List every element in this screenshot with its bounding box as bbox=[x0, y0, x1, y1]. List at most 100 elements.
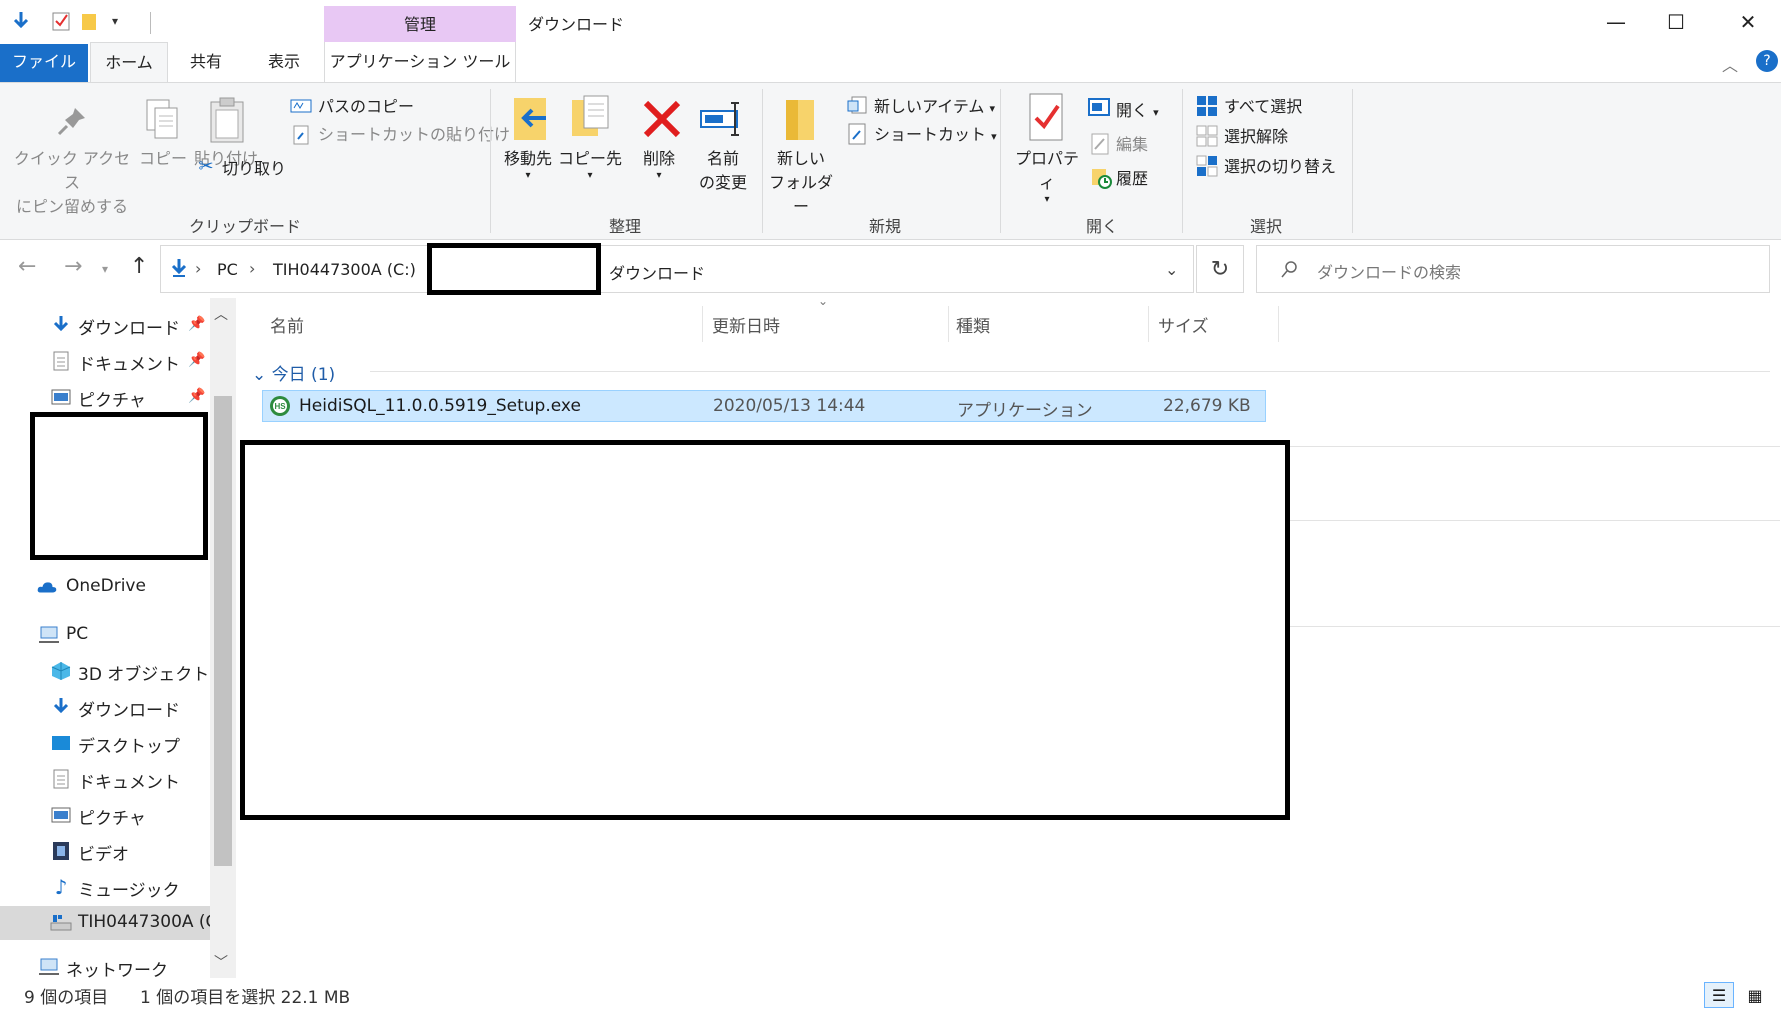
nav-item-pc[interactable]: PC bbox=[0, 618, 210, 652]
tab-home[interactable]: ホーム bbox=[90, 42, 168, 82]
group-label-clipboard: クリップボード bbox=[188, 217, 301, 236]
table-row[interactable]: HS HeidiSQL_11.0.0.5919_Setup.exe 2020/0… bbox=[262, 390, 1266, 422]
large-icons-view-icon[interactable]: ▦ bbox=[1740, 982, 1770, 1008]
new-folder-button[interactable]: 新しい フォルダー bbox=[766, 147, 836, 219]
breadcrumb-pc[interactable]: PC bbox=[217, 260, 238, 279]
copy-path-button[interactable]: パスのコピー bbox=[318, 93, 414, 117]
paste-shortcut-button[interactable]: ショートカットの貼り付け bbox=[318, 121, 510, 145]
new-folder-icon[interactable] bbox=[78, 10, 100, 32]
pin-icon[interactable]: 📌 bbox=[188, 352, 205, 368]
tab-application-tools[interactable]: アプリケーション ツール bbox=[324, 42, 516, 82]
nav-item-documents[interactable]: ドキュメント bbox=[0, 762, 210, 796]
column-header-modified[interactable]: 更新日時 bbox=[712, 312, 780, 337]
drive-icon bbox=[50, 912, 72, 934]
divider[interactable] bbox=[1278, 306, 1279, 342]
invert-selection-button[interactable]: 選択の切り替え bbox=[1224, 153, 1336, 177]
up-arrow-icon[interactable]: ↑ bbox=[130, 254, 148, 279]
history-button[interactable]: 履歴 bbox=[1116, 165, 1148, 189]
copy-icon bbox=[143, 97, 183, 143]
navigation-scrollbar[interactable]: ︿ ﹀ bbox=[210, 298, 236, 978]
properties-icon bbox=[1024, 91, 1068, 145]
pin-quick-access-button[interactable]: クイック アクセス にピン留めする bbox=[8, 147, 136, 219]
move-to-button[interactable]: 移動先 ▾ bbox=[498, 147, 558, 181]
download-arrow-icon[interactable] bbox=[10, 10, 32, 32]
pin-icon[interactable]: 📌 bbox=[188, 388, 205, 404]
close-button[interactable]: ✕ bbox=[1728, 8, 1768, 36]
pin-icon[interactable]: 📌 bbox=[188, 316, 205, 332]
file-size: 22,679 KB bbox=[1163, 396, 1251, 416]
ribbon-tabs: ファイル ホーム 共有 表示 アプリケーション ツール ︿ ? bbox=[0, 42, 1781, 82]
copy-path-icon bbox=[290, 97, 312, 115]
nav-item-pictures-quick[interactable]: ピクチャ 📌 bbox=[0, 380, 210, 414]
nav-item-drive-c[interactable]: TIH0447300A (C bbox=[0, 906, 217, 940]
tab-view[interactable]: 表示 bbox=[254, 42, 314, 82]
divider bbox=[1280, 626, 1780, 627]
delete-button[interactable]: 削除 ▾ bbox=[634, 147, 684, 181]
properties-check-icon[interactable] bbox=[50, 10, 72, 32]
title-bar: ▾ 管理 ダウンロード — ☐ ✕ bbox=[0, 0, 1781, 42]
column-header-size[interactable]: サイズ bbox=[1158, 312, 1209, 337]
nav-label: ピクチャ bbox=[78, 809, 146, 829]
nav-item-downloads[interactable]: ダウンロード bbox=[0, 690, 210, 724]
new-item-icon bbox=[846, 95, 868, 117]
maximize-button[interactable]: ☐ bbox=[1656, 8, 1696, 36]
collapse-ribbon-icon[interactable]: ︿ bbox=[1722, 52, 1738, 76]
copy-button[interactable]: コピー bbox=[138, 147, 188, 171]
search-box[interactable]: ダウンロードの検索 bbox=[1256, 245, 1770, 293]
scroll-down-icon[interactable]: ﹀ bbox=[214, 952, 228, 972]
nav-item-music[interactable]: ♪ ミュージック bbox=[0, 870, 210, 904]
ribbon: クイック アクセス にピン留めする コピー 貼り付け パスのコピー ショートカット… bbox=[0, 82, 1781, 240]
minimize-button[interactable]: — bbox=[1596, 8, 1636, 36]
tab-manage[interactable]: 管理 bbox=[324, 6, 516, 42]
tab-file[interactable]: ファイル bbox=[0, 44, 88, 82]
forward-arrow-icon[interactable]: → bbox=[64, 254, 82, 279]
group-label-select: 選択 bbox=[1249, 217, 1282, 236]
select-none-button[interactable]: 選択解除 bbox=[1224, 123, 1288, 147]
open-button[interactable]: 開く ▾ bbox=[1116, 97, 1159, 121]
help-icon[interactable]: ? bbox=[1756, 50, 1778, 72]
column-header-name[interactable]: 名前 bbox=[270, 312, 304, 337]
divider[interactable] bbox=[1148, 306, 1149, 342]
nav-item-pictures[interactable]: ピクチャ bbox=[0, 798, 210, 832]
nav-item-downloads-quick[interactable]: ダウンロード 📌 bbox=[0, 308, 210, 342]
scrollbar-thumb[interactable] bbox=[214, 396, 232, 866]
group-label-organize: 整理 bbox=[608, 217, 641, 236]
cloud-icon bbox=[36, 576, 58, 598]
copy-to-button[interactable]: コピー先 ▾ bbox=[558, 147, 622, 181]
address-dropdown-icon[interactable]: ⌄ bbox=[1165, 260, 1178, 279]
customize-qat-icon[interactable]: ▾ bbox=[104, 10, 126, 32]
address-bar[interactable]: › PC › TIH0447300A (C:) ダウンロード ⌄ bbox=[160, 245, 1194, 293]
tab-share[interactable]: 共有 bbox=[176, 42, 236, 82]
nav-item-documents-quick[interactable]: ドキュメント 📌 bbox=[0, 344, 210, 378]
music-icon: ♪ bbox=[54, 875, 68, 899]
search-input[interactable]: ダウンロードの検索 bbox=[1317, 259, 1461, 283]
paste-shortcut-icon bbox=[292, 125, 310, 145]
nav-item-desktop[interactable]: デスクトップ bbox=[0, 726, 210, 760]
shortcut-button[interactable]: ショートカット ▾ bbox=[874, 121, 997, 145]
recent-locations-icon[interactable]: ▾ bbox=[102, 262, 108, 276]
edit-button[interactable]: 編集 bbox=[1116, 131, 1148, 155]
breadcrumb-downloads[interactable]: ダウンロード bbox=[609, 260, 705, 284]
scroll-up-icon[interactable]: ︿ bbox=[214, 304, 228, 324]
nav-item-onedrive[interactable]: OneDrive bbox=[0, 570, 210, 604]
nav-item-network[interactable]: ネットワーク bbox=[0, 950, 210, 984]
new-item-button[interactable]: 新しいアイテム ▾ bbox=[874, 93, 995, 117]
divider bbox=[1182, 89, 1183, 233]
document-icon bbox=[50, 768, 72, 790]
properties-button[interactable]: プロパティ ▾ bbox=[1012, 147, 1082, 205]
paste-icon bbox=[206, 95, 248, 145]
divider[interactable] bbox=[948, 306, 949, 342]
group-header-today[interactable]: ⌄ 今日 (1) bbox=[252, 360, 335, 385]
refresh-icon[interactable]: ↻ bbox=[1196, 245, 1244, 293]
nav-item-videos[interactable]: ビデオ bbox=[0, 834, 210, 868]
details-view-icon[interactable]: ☰ bbox=[1704, 982, 1734, 1008]
cut-button[interactable]: 切り取り bbox=[222, 155, 286, 179]
divider[interactable] bbox=[702, 306, 703, 342]
nav-item-3d-objects[interactable]: 3D オブジェクト bbox=[0, 654, 210, 688]
column-header-type[interactable]: 種類 bbox=[956, 312, 990, 337]
breadcrumb-drive[interactable]: TIH0447300A (C:) bbox=[273, 260, 416, 279]
select-all-button[interactable]: すべて選択 bbox=[1224, 93, 1302, 117]
rename-button[interactable]: 名前 の変更 bbox=[692, 147, 754, 195]
back-arrow-icon[interactable]: ← bbox=[18, 254, 36, 279]
divider bbox=[1000, 89, 1001, 233]
